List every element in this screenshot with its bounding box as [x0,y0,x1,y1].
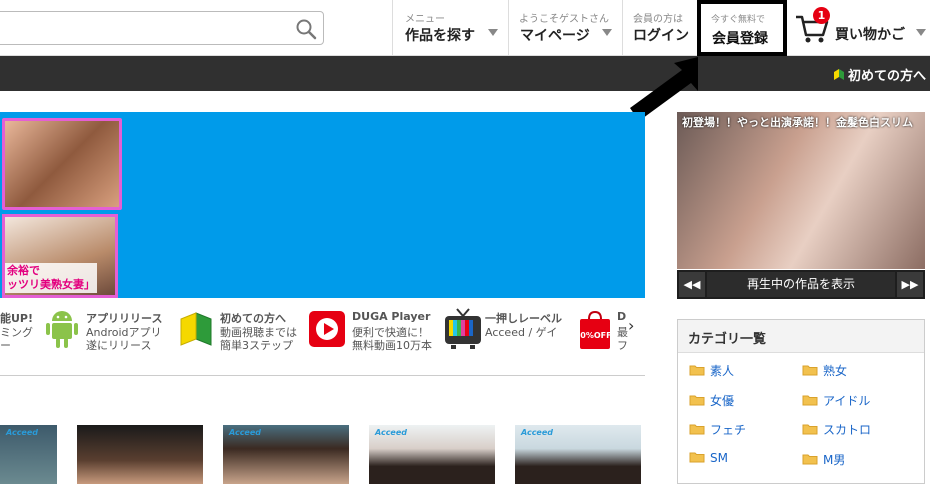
category-label: 素人 [710,364,735,378]
play-icon [309,311,345,347]
video-thumbnail[interactable]: Acceed [0,425,57,484]
android-icon [46,311,78,348]
register-button[interactable]: 今すぐ無料で 会員登録 [697,0,787,56]
next-icon[interactable]: ▶▶ [897,272,923,297]
category-link[interactable]: フェチ [689,421,746,438]
quick-links: 能UP! ミング ー アプリリリース Androidアプリ 遂にリリース 初めて… [0,305,645,355]
nav-search-works-label: 作品を探す [405,28,475,44]
nav-login-small: 会員の方は [633,14,683,25]
cart-count-badge: 1 [813,7,830,24]
nav-mypage[interactable]: ようこそゲストさん マイページ [508,0,622,56]
quicklink-sub2: フ [617,339,628,352]
category-panel: カテゴリ一覧 素人 熟女 女優 アイドル フェチ スカトロ SM M男 [677,319,925,484]
thumbnail-label: Acceed [375,428,408,437]
folder-icon [689,424,705,435]
player-title: 初登場！！やっと出演承諾！！金髪色白スリム [682,116,913,129]
quicklinks-next-chevron-icon[interactable]: › [628,316,634,335]
previous-icon[interactable]: ◀◀ [679,272,705,297]
beginner-leaf-icon [833,69,844,80]
quicklink-sub2: 遂にリリース [86,339,152,352]
category-label: スカトロ [823,423,872,437]
category-label: フェチ [710,423,747,437]
thumbnail-label: Acceed [6,428,39,437]
promo-caption-line1: 余裕で [7,264,40,277]
category-label: SM [710,451,728,465]
category-link[interactable]: アイドル [802,392,870,409]
quicklink-sale[interactable]: 60%OFF! D 最 フ [577,305,628,355]
promo-caption-line2: ッツリ美熟女妻」 [7,278,95,291]
search-box[interactable] [0,11,324,45]
category-label: 熟女 [823,364,848,378]
category-label: M男 [823,453,846,467]
quicklink-beginner[interactable]: 初めての方へ 動画視聴までは 簡単3ステップ [178,305,303,355]
sale-icon: 60%OFF! [577,310,613,349]
nav-search-works-small: メニュー [405,14,445,25]
video-thumbnail[interactable]: Acceed [369,425,495,484]
folder-icon [802,454,818,465]
quicklink-label[interactable]: 一押しレーベル Acceed / ゲイ [443,305,573,355]
sample-video-player[interactable]: 初登場！！やっと出演承諾！！金髪色白スリム [677,112,925,269]
folder-icon [802,365,818,376]
folder-icon [689,452,705,463]
nav-login[interactable]: 会員の方は ログイン [622,0,697,56]
register-label: 会員登録 [712,31,768,47]
folder-icon [802,424,818,435]
folder-icon [689,395,705,406]
show-playing-button[interactable]: 再生中の作品を表示 [707,272,895,297]
quicklink-sub2: ー [0,339,11,352]
category-label: アイドル [823,394,871,408]
promo-caption: 余裕で ッツリ美熟女妻」 [5,263,97,293]
quicklink-sub1: Acceed / ゲイ [485,326,558,339]
video-thumbnail[interactable]: Acceed [223,425,349,484]
promo-image-top[interactable] [2,118,122,210]
category-link[interactable]: 熟女 [802,362,847,379]
search-input[interactable] [5,18,285,38]
divider [0,375,645,376]
video-thumbnail[interactable] [77,425,203,484]
category-label: 女優 [710,394,735,408]
category-link[interactable]: SM [689,451,728,465]
beginner-leaf-icon [180,312,212,346]
nav-mypage-small: ようこそゲストさん [519,14,609,25]
folder-icon [802,395,818,406]
category-link[interactable]: 素人 [689,362,734,379]
category-link[interactable]: 女優 [689,392,734,409]
quicklink-duga-player[interactable]: DUGA Player 便利で快適に！ 無料動画10万本 [308,305,438,355]
video-thumbnail[interactable]: Acceed [515,425,641,484]
nav-search-works[interactable]: メニュー 作品を探す [392,0,508,56]
promo-images[interactable]: 余裕で ッツリ美熟女妻」 [0,116,124,298]
quicklink-0[interactable]: 能UP! ミング ー [0,305,40,355]
category-title: カテゴリ一覧 [688,332,767,347]
chevron-down-icon [602,29,612,36]
nav-mypage-label: マイページ [520,28,590,44]
tv-icon [445,308,481,349]
cart-label[interactable]: 買い物かご [835,24,905,44]
category-header: カテゴリ一覧 [678,320,924,353]
quicklink-title: DUGA Player [352,310,431,323]
folder-icon [689,365,705,376]
beginner-label: 初めての方へ [847,69,926,84]
thumbnail-label: Acceed [521,428,554,437]
player-controls: ◀◀ 再生中の作品を表示 ▶▶ [677,270,925,299]
category-link[interactable]: スカトロ [802,421,871,438]
quicklink-sub2: 無料動画10万本 [352,339,432,352]
search-icon[interactable] [295,18,317,40]
header: メニュー 作品を探す ようこそゲストさん マイページ 会員の方は ログイン 今す… [0,0,930,56]
quicklink-android-app[interactable]: アプリリリース Androidアプリ 遂にリリース [45,305,170,355]
thumbnail-label: Acceed [229,428,262,437]
register-small: 今すぐ無料で [711,15,766,25]
quicklink-sub2: 簡単3ステップ [220,339,293,352]
beginner-link[interactable]: 初めての方へ [833,65,926,84]
promo-image-bottom[interactable]: 余裕で ッツリ美熟女妻」 [2,214,118,298]
sale-badge-text: 60%OFF! [577,331,613,340]
nav-login-label: ログイン [633,28,689,44]
chevron-down-icon[interactable] [916,29,926,36]
chevron-down-icon [488,29,498,36]
category-link[interactable]: M男 [802,451,845,468]
sub-navigation-bar: 初めての方へ [0,56,930,91]
quicklink-title: D [617,310,627,323]
